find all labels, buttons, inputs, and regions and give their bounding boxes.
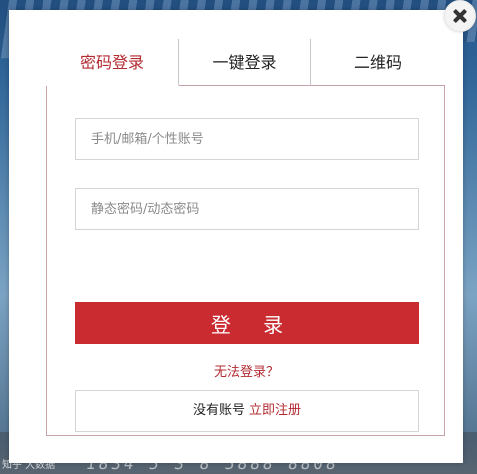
login-panel: 密码登录 一键登录 二维码 登 录 无法登录？ 没有账号立即注册: [46, 39, 445, 436]
login-button[interactable]: 登 录: [75, 302, 419, 344]
account-input[interactable]: [75, 118, 419, 160]
register-prefix: 没有账号: [192, 403, 245, 418]
login-tabs: 密码登录 一键登录 二维码: [46, 39, 445, 87]
register-box: 没有账号 立即注册: [75, 390, 419, 432]
register-link[interactable]: 立即注册: [249, 403, 301, 418]
forgot-login-link[interactable]: 无法登录？: [47, 361, 446, 380]
tab-password-login[interactable]: 密码登录: [46, 39, 179, 86]
tab-qr-code[interactable]: 二维码: [311, 39, 445, 86]
tab-one-click-login[interactable]: 一键登录: [179, 39, 311, 86]
password-input[interactable]: [75, 188, 419, 230]
close-icon[interactable]: [444, 0, 476, 32]
login-overlay: 1834 5 3 8 5888 8808 知乎 大数据 密码登录 一键登录 二维…: [0, 0, 477, 474]
login-dialog: 密码登录 一键登录 二维码 登 录 无法登录？ 没有账号立即注册: [9, 10, 463, 463]
